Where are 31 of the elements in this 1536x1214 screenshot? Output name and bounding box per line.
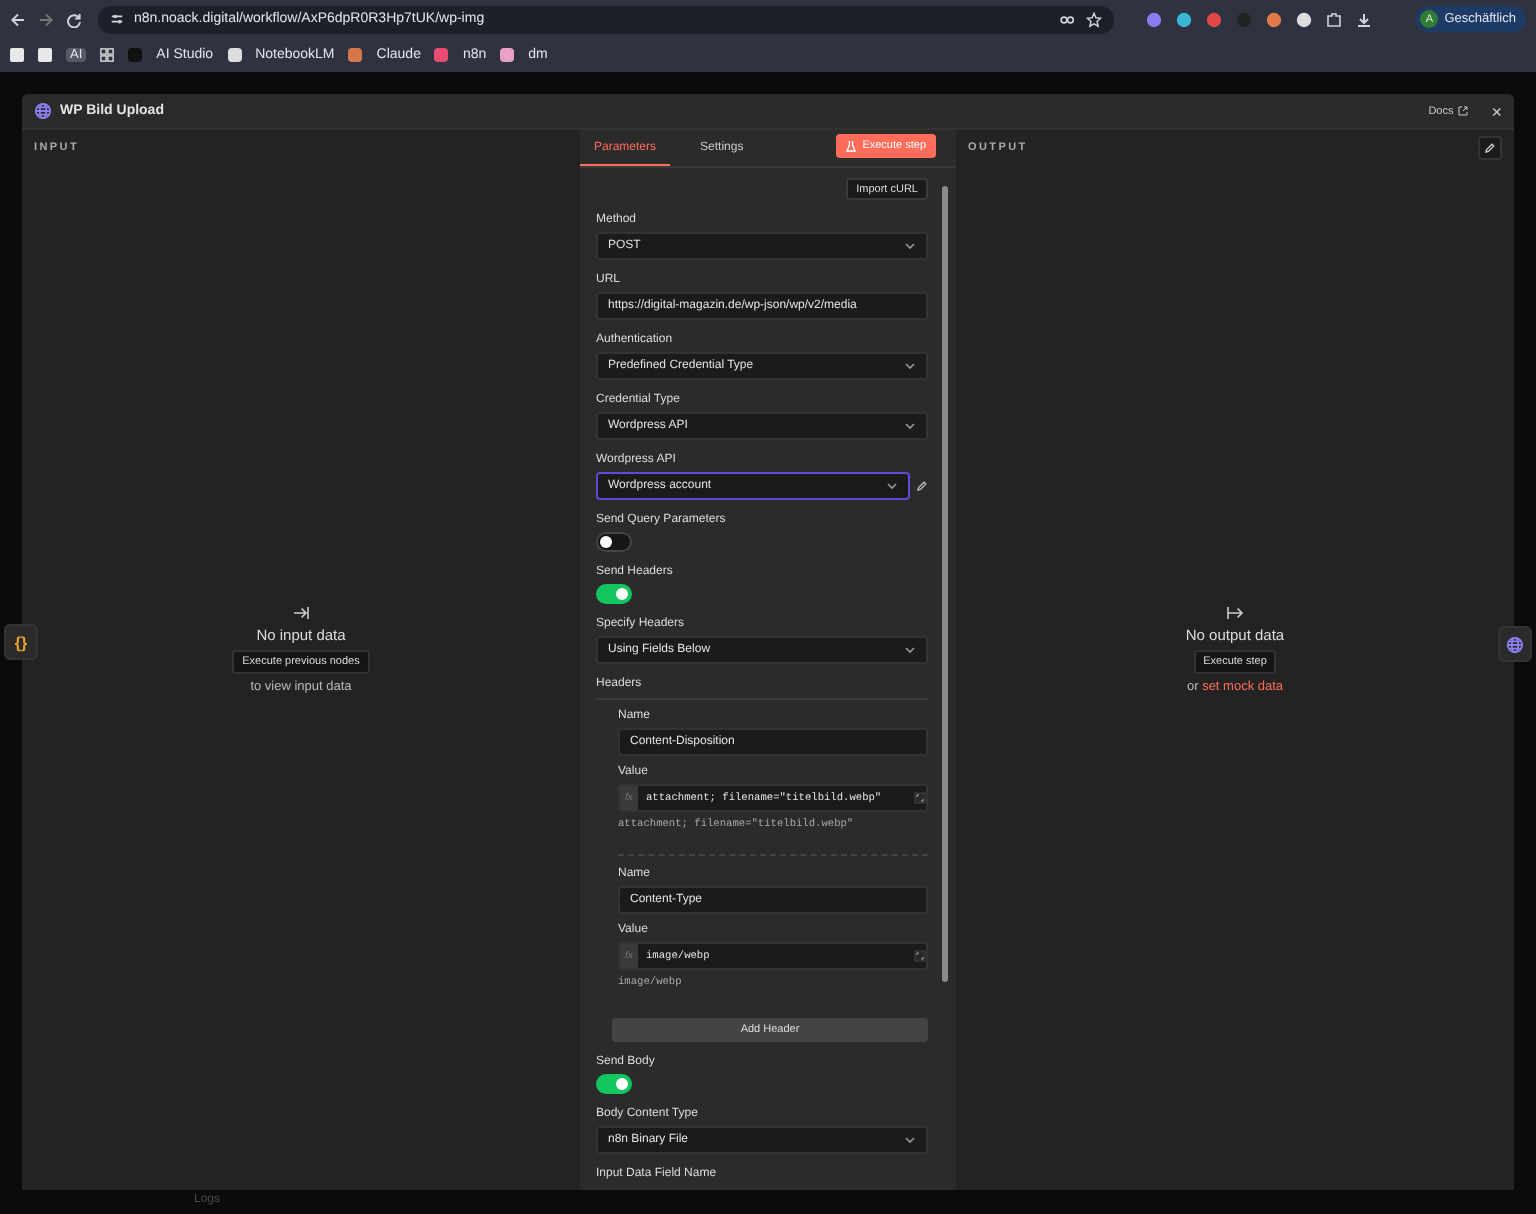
- chevron-icon: [904, 242, 916, 250]
- scrollbar-thumb[interactable]: [942, 186, 948, 982]
- edit-button[interactable]: [1478, 136, 1502, 160]
- chevron-icon: [904, 646, 916, 654]
- input-arrow-icon: [292, 606, 310, 620]
- download-icon[interactable]: [1356, 11, 1372, 27]
- reload-icon[interactable]: [66, 11, 82, 27]
- output-arrow-icon: [1226, 606, 1244, 620]
- back-icon[interactable]: [10, 11, 26, 27]
- globe-icon: [1506, 635, 1524, 653]
- toggle-switch[interactable]: [596, 1074, 632, 1094]
- grid-icon[interactable]: [100, 48, 115, 62]
- toggle-switch[interactable]: [596, 584, 632, 604]
- expand-icon[interactable]: [914, 792, 926, 804]
- flask-icon: [846, 139, 857, 151]
- pencil-icon[interactable]: [916, 480, 928, 492]
- json-toggle-button[interactable]: {}: [4, 624, 38, 660]
- expand-icon[interactable]: [914, 950, 926, 962]
- star-icon[interactable]: [1086, 11, 1102, 27]
- site-settings-icon[interactable]: [110, 12, 124, 26]
- close-button[interactable]: ×: [1491, 101, 1502, 121]
- chevron-icon: [904, 422, 916, 430]
- chevron-icon: [886, 482, 898, 490]
- node-type-button[interactable]: [1498, 626, 1532, 662]
- forward-icon[interactable]: [38, 11, 54, 27]
- pencil-icon: [1484, 142, 1496, 154]
- toggle-switch[interactable]: [596, 532, 632, 552]
- external-link-icon: [1457, 106, 1468, 116]
- chevron-icon: [904, 1136, 916, 1144]
- globe-icon: [34, 102, 52, 120]
- chevron-icon: [904, 362, 916, 370]
